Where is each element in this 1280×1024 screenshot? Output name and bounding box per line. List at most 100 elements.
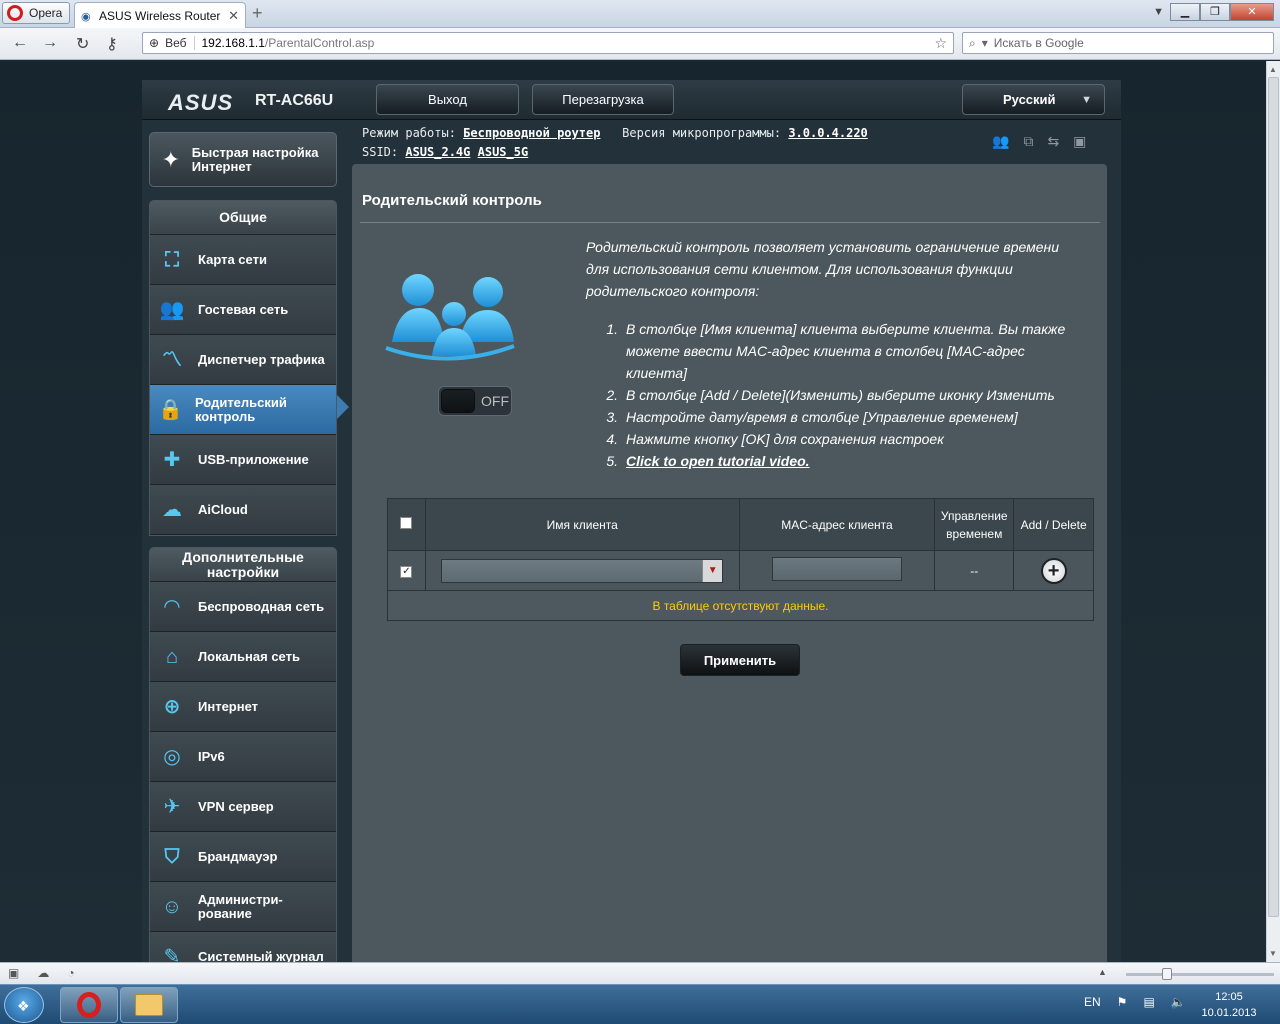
router-model: RT-AC66U <box>255 92 334 109</box>
restore-icon[interactable]: ❐ <box>1200 3 1230 21</box>
back-arrow-icon[interactable]: ← <box>12 34 28 52</box>
address-bar[interactable]: ⊕ Веб 192.168.1.1/ParentalControl.asp ☆ <box>142 32 954 54</box>
wireless-icon: ◠ <box>164 595 180 618</box>
windows-flag-icon: ❖ <box>17 998 30 1014</box>
status-icons: 👥 ⧉ ⇆ ▣ <box>992 133 1086 150</box>
mac-address-input[interactable] <box>771 557 902 581</box>
title-divider <box>360 222 1100 223</box>
sidebar-item-guest-network[interactable]: 👥 Гостевая сеть <box>150 285 336 335</box>
reboot-button[interactable]: Перезагрузка <box>532 84 674 115</box>
step-text: В столбце [Add / Delete](Изменить) выбер… <box>626 387 1055 403</box>
col-mac-address: MAC-адрес клиента <box>738 498 936 551</box>
list-item: 3. Настройте дату/время в столбце [Управл… <box>606 406 1076 428</box>
sidebar-item-network-map[interactable]: ⛶ Карта сети <box>150 235 336 285</box>
sidebar-item-usb-app[interactable]: ✚ USB-приложение <box>150 435 336 485</box>
lan-icon: ⌂ <box>165 645 179 668</box>
toggle-state-label: OFF <box>481 393 509 409</box>
devices-icon[interactable]: ⧉ <box>1023 133 1033 150</box>
sidebar-item-ipv6[interactable]: ◎ IPv6 <box>150 732 336 782</box>
list-item: 4. Нажмите кнопку [OK] для сохранения нас… <box>606 428 1076 450</box>
taskbar-explorer[interactable] <box>120 987 178 1023</box>
bookmark-star-icon[interactable]: ☆ <box>934 35 947 52</box>
taskbar-opera[interactable] <box>60 987 118 1023</box>
turbo-cloud-icon[interactable]: ☁ <box>37 966 49 980</box>
tab-list-chevron-icon[interactable]: ▼ <box>1153 6 1164 18</box>
scrollbar-thumb[interactable] <box>1268 77 1279 917</box>
zoom-slider-knob[interactable] <box>1162 968 1172 980</box>
quick-setup-button[interactable]: ✦ Быстрая настройка Интернет <box>149 132 337 187</box>
wan-icon: ⊕ <box>163 695 181 718</box>
firmware-version-link[interactable]: 3.0.0.4.220 <box>788 126 867 140</box>
opera-menu-button[interactable]: Opera <box>2 2 70 24</box>
new-tab-icon[interactable]: + <box>252 4 263 22</box>
client-rules-table: Имя клиента MAC-адрес клиента Управление… <box>387 498 1094 621</box>
opera-app-icon <box>77 992 101 1018</box>
sidebar-item-admin[interactable]: ☺ Администри-рование <box>150 882 336 932</box>
sidebar-item-label: Карта сети <box>198 251 267 267</box>
sidebar-item-aicloud[interactable]: ☁ AiCloud <box>150 485 336 535</box>
volume-icon[interactable]: 🔈 <box>1171 995 1186 1009</box>
minimize-icon[interactable]: ▁ <box>1170 3 1200 21</box>
sidebar-item-vpn[interactable]: ✈ VPN сервер <box>150 782 336 832</box>
add-cell: + <box>1013 550 1094 591</box>
row-checkbox[interactable]: ✓ <box>400 566 413 578</box>
browser-tab[interactable]: ◉ ASUS Wireless Router R... ✕ <box>74 2 246 28</box>
advanced-menu: Дополнительные настройки ◠ Беспроводная … <box>149 547 337 962</box>
apply-button[interactable]: Применить <box>680 644 800 676</box>
toggle-knob <box>441 389 475 413</box>
close-window-icon[interactable]: ✕ <box>1230 3 1274 21</box>
tutorial-video-link[interactable]: Click to open tutorial video. <box>626 450 810 472</box>
language-select[interactable]: Русский ▼ <box>962 84 1105 115</box>
ipv6-icon: ◎ <box>163 745 181 768</box>
firewall-icon: ⛉ <box>164 845 180 868</box>
tab-close-icon[interactable]: ✕ <box>228 8 239 24</box>
general-menu-header: Общие <box>150 201 336 235</box>
logout-button[interactable]: Выход <box>376 84 519 115</box>
network-tray-icon[interactable]: ▤ <box>1143 995 1154 1009</box>
forward-arrow-icon[interactable]: → <box>42 34 58 52</box>
sidebar-item-parental-control[interactable]: 🔒 Родительский контроль <box>150 385 336 435</box>
sidebar-item-syslog[interactable]: ✎ Системный журнал <box>150 932 336 962</box>
router-header: ASUS RT-AC66U Выход Перезагрузка Русский… <box>142 80 1121 120</box>
clock-time: 12:05 <box>1215 991 1243 1003</box>
taskbar-clock[interactable]: 12:05 10.01.2013 <box>1196 989 1262 1021</box>
select-all-checkbox[interactable] <box>400 516 413 529</box>
address-prefix: Веб <box>165 36 196 50</box>
usb-status-icon[interactable]: ⇆ <box>1047 133 1059 150</box>
search-box[interactable]: ⌕ ▾ Искать в Google <box>962 32 1274 54</box>
step-text: Настройте дату/время в столбце [Управлен… <box>626 409 1018 425</box>
page-title: Родительский контроль <box>362 192 542 209</box>
add-rule-icon[interactable]: + <box>1040 557 1067 584</box>
scroll-up-icon[interactable]: ▲ <box>1269 65 1277 74</box>
search-engine-chevron-icon[interactable]: ▾ <box>982 36 988 50</box>
sidebar-item-lan[interactable]: ⌂ Локальная сеть <box>150 632 336 682</box>
sidebar-item-firewall[interactable]: ⛉ Брандмауэр <box>150 832 336 882</box>
printer-icon[interactable]: ▣ <box>1073 133 1086 150</box>
scroll-down-icon[interactable]: ▼ <box>1269 949 1277 958</box>
speed-dial-icon[interactable]: ◔ <box>67 966 74 980</box>
start-button[interactable]: ❖ <box>4 987 44 1023</box>
panel-toggle-icon[interactable]: ▣ <box>8 966 19 980</box>
zoom-slider[interactable] <box>1126 968 1274 980</box>
clients-icon[interactable]: 👥 <box>992 133 1009 150</box>
parental-control-toggle[interactable]: OFF <box>438 386 512 416</box>
search-placeholder: Искать в Google <box>993 36 1084 50</box>
zoom-arrow-icon[interactable]: ▲ <box>1098 967 1107 977</box>
ssid-5-link[interactable]: ASUS_5G <box>478 145 529 159</box>
sidebar-item-traffic-manager[interactable]: 〽 Диспетчер трафика <box>150 335 336 385</box>
ssid-24-link[interactable]: ASUS_2.4G <box>405 145 470 159</box>
page-scrollbar[interactable]: ▲ ▼ <box>1266 61 1280 962</box>
main-content: Родительский контроль OFF Родительский к… <box>352 164 1107 962</box>
mode-value-link[interactable]: Беспроводной роутер <box>463 126 600 140</box>
wifi-favicon-icon: ◉ <box>81 10 91 23</box>
sidebar-item-label: Системный журнал <box>198 948 324 962</box>
browser-navbar: ← → ↻ ⚷ ⊕ Веб 192.168.1.1/ParentalContro… <box>0 28 1280 60</box>
flag-tray-icon[interactable]: ⚑ <box>1117 995 1128 1009</box>
sidebar-item-wireless[interactable]: ◠ Беспроводная сеть <box>150 582 336 632</box>
input-language[interactable]: EN <box>1084 995 1101 1009</box>
client-name-select[interactable]: ▼ <box>441 558 724 583</box>
address-url[interactable]: 192.168.1.1/ParentalControl.asp <box>201 36 928 50</box>
key-icon[interactable]: ⚷ <box>106 34 118 54</box>
reload-icon[interactable]: ↻ <box>76 34 89 54</box>
sidebar-item-wan[interactable]: ⊕ Интернет <box>150 682 336 732</box>
